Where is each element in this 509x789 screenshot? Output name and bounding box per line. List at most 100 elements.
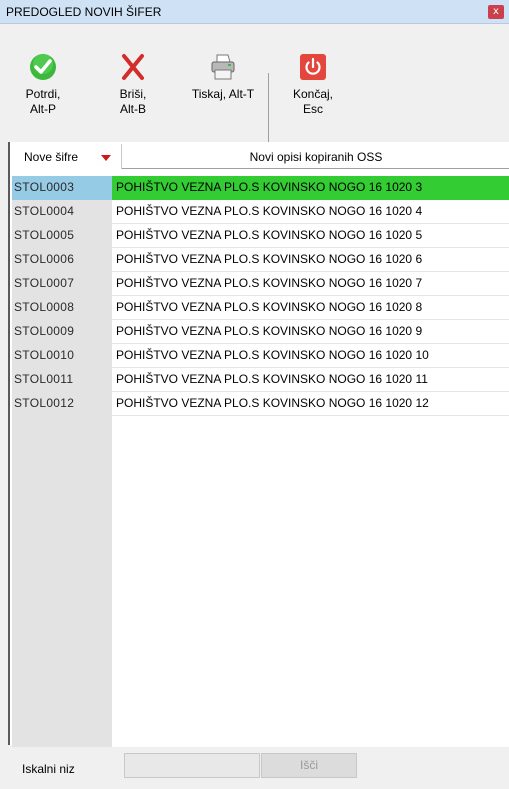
new-codes-preview-window: PREDOGLED NOVIH ŠIFER x Potrdi, Alt-P Br…: [0, 0, 509, 789]
cell-code[interactable]: STOL0007: [12, 272, 112, 296]
close-icon: x: [493, 6, 499, 17]
table-row[interactable]: STOL0005 POHIŠTVO VEZNA PLO.S KOVINSKO NO…: [12, 224, 509, 248]
empty-cell: [112, 608, 509, 632]
search-input[interactable]: [124, 753, 260, 778]
cell-description[interactable]: POHIŠTVO VEZNA PLO.S KOVINSKO NOGO 16 10…: [112, 248, 509, 272]
column-header-code[interactable]: Nove šifre: [12, 144, 122, 169]
cell-description[interactable]: POHIŠTVO VEZNA PLO.S KOVINSKO NOGO 16 10…: [112, 344, 509, 368]
cell-description[interactable]: POHIŠTVO VEZNA PLO.S KOVINSKO NOGO 16 10…: [112, 392, 509, 416]
empty-cell: [12, 584, 112, 608]
empty-row: [12, 464, 509, 488]
cell-code[interactable]: STOL0004: [12, 200, 112, 224]
empty-cell: [12, 488, 112, 512]
cell-description[interactable]: POHIŠTVO VEZNA PLO.S KOVINSKO NOGO 16 10…: [112, 200, 509, 224]
column-header-code-label: Nove šifre: [24, 150, 79, 164]
cell-code[interactable]: STOL0012: [12, 392, 112, 416]
cell-code[interactable]: STOL0005: [12, 224, 112, 248]
exit-label-line1: Končaj,: [292, 87, 334, 101]
empty-cell: [112, 560, 509, 584]
table-row[interactable]: STOL0010 POHIŠTVO VEZNA PLO.S KOVINSKO NO…: [12, 344, 509, 368]
empty-cell: [112, 680, 509, 704]
print-button[interactable]: Tiskaj, Alt-T: [183, 25, 263, 140]
table-row[interactable]: STOL0008 POHIŠTVO VEZNA PLO.S KOVINSKO NO…: [12, 296, 509, 320]
empty-row: [12, 656, 509, 680]
table-row[interactable]: STOL0007 POHIŠTVO VEZNA PLO.S KOVINSKO NO…: [12, 272, 509, 296]
empty-cell: [112, 512, 509, 536]
confirm-label: Potrdi, Alt-P: [18, 87, 68, 117]
toolbar: Potrdi, Alt-P Briši, Alt-B Tiskaj, Alt-T: [0, 25, 509, 161]
table-row[interactable]: STOL0011 POHIŠTVO VEZNA PLO.S KOVINSKO NO…: [12, 368, 509, 392]
printer-icon: [211, 54, 235, 80]
empty-cell: [12, 680, 112, 704]
empty-cell: [12, 512, 112, 536]
empty-row: [12, 512, 509, 536]
empty-row: [12, 704, 509, 728]
table-row[interactable]: STOL0012 POHIŠTVO VEZNA PLO.S KOVINSKO NO…: [12, 392, 509, 416]
delete-label: Briši, Alt-B: [113, 87, 153, 117]
empty-cell: [12, 560, 112, 584]
confirm-label-line2: Alt-P: [29, 102, 56, 116]
empty-row: [12, 440, 509, 464]
confirm-button[interactable]: Potrdi, Alt-P: [18, 25, 68, 140]
cell-description[interactable]: POHIŠTVO VEZNA PLO.S KOVINSKO NOGO 16 10…: [112, 296, 509, 320]
table-row[interactable]: STOL0004 POHIŠTVO VEZNA PLO.S KOVINSKO NO…: [12, 200, 509, 224]
empty-cell: [112, 656, 509, 680]
column-header-description[interactable]: Novi opisi kopiranih OSS: [123, 144, 509, 169]
empty-cell: [12, 536, 112, 560]
empty-cell: [112, 632, 509, 656]
cell-description[interactable]: POHIŠTVO VEZNA PLO.S KOVINSKO NOGO 16 10…: [112, 224, 509, 248]
empty-cell: [112, 464, 509, 488]
cell-code[interactable]: STOL0008: [12, 296, 112, 320]
table-row[interactable]: STOL0006 POHIŠTVO VEZNA PLO.S KOVINSKO NO…: [12, 248, 509, 272]
exit-label-line2: Esc: [302, 102, 323, 116]
delete-label-line1: Briši,: [119, 87, 147, 101]
column-header-description-label: Novi opisi kopiranih OSS: [249, 150, 383, 164]
title-bar: PREDOGLED NOVIH ŠIFER x: [0, 0, 509, 24]
cell-code[interactable]: STOL0011: [12, 368, 112, 392]
cell-code[interactable]: STOL0009: [12, 320, 112, 344]
empty-cell: [12, 440, 112, 464]
empty-row: [12, 488, 509, 512]
print-label: Tiskaj, Alt-T: [183, 87, 263, 102]
empty-cell: [12, 608, 112, 632]
cell-description[interactable]: POHIŠTVO VEZNA PLO.S KOVINSKO NOGO 16 10…: [112, 368, 509, 392]
empty-row: [12, 416, 509, 440]
empty-row: [12, 536, 509, 560]
empty-cell: [12, 416, 112, 440]
cell-code[interactable]: STOL0003: [12, 176, 112, 200]
empty-cell: [112, 704, 509, 728]
x-delete-icon: [122, 54, 144, 80]
power-icon: [300, 54, 326, 80]
table-row[interactable]: STOL0009 POHIŠTVO VEZNA PLO.S KOVINSKO NO…: [12, 320, 509, 344]
sort-desc-icon: [101, 155, 111, 161]
print-label-line1: Tiskaj, Alt-T: [191, 87, 255, 101]
delete-label-line2: Alt-B: [119, 102, 146, 116]
cell-code[interactable]: STOL0010: [12, 344, 112, 368]
search-button[interactable]: Išči: [261, 753, 357, 778]
empty-cell: [112, 416, 509, 440]
search-label: Iskalni niz: [22, 762, 75, 776]
delete-button[interactable]: Briši, Alt-B: [113, 25, 153, 140]
grid-rows: STOL0003 POHIŠTVO VEZNA PLO.S KOVINSKO NO…: [12, 176, 509, 752]
confirm-label-line1: Potrdi,: [25, 87, 61, 101]
table-row[interactable]: STOL0003 POHIŠTVO VEZNA PLO.S KOVINSKO NO…: [12, 176, 509, 200]
empty-cell: [112, 536, 509, 560]
close-button[interactable]: x: [488, 5, 504, 19]
empty-row: [12, 584, 509, 608]
empty-cell: [12, 632, 112, 656]
empty-row: [12, 560, 509, 584]
cell-description[interactable]: POHIŠTVO VEZNA PLO.S KOVINSKO NOGO 16 10…: [112, 320, 509, 344]
window-title: PREDOGLED NOVIH ŠIFER: [6, 5, 162, 19]
empty-cell: [12, 464, 112, 488]
empty-cell: [112, 440, 509, 464]
empty-cell: [12, 704, 112, 728]
exit-label: Končaj, Esc: [288, 87, 338, 117]
empty-row: [12, 680, 509, 704]
empty-cell: [12, 656, 112, 680]
cell-code[interactable]: STOL0006: [12, 248, 112, 272]
cell-description[interactable]: POHIŠTVO VEZNA PLO.S KOVINSKO NOGO 16 10…: [112, 176, 509, 200]
exit-button[interactable]: Končaj, Esc: [288, 25, 338, 140]
cell-description[interactable]: POHIŠTVO VEZNA PLO.S KOVINSKO NOGO 16 10…: [112, 272, 509, 296]
grid-header: Nove šifre Novi opisi kopiranih OSS: [12, 144, 509, 169]
codes-grid: Nove šifre Novi opisi kopiranih OSS STOL…: [8, 142, 509, 752]
